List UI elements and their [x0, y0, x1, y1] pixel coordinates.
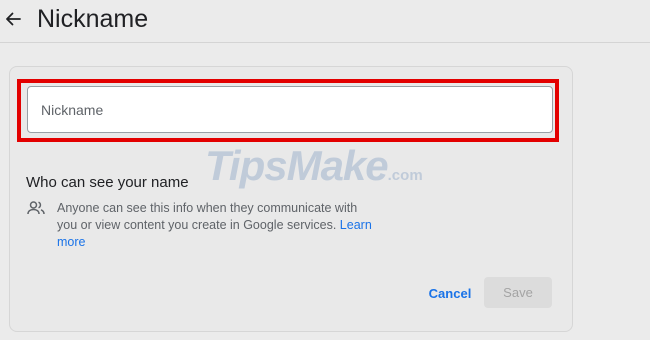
- nickname-input[interactable]: [27, 86, 553, 133]
- cancel-button[interactable]: Cancel: [422, 280, 478, 306]
- visibility-heading: Who can see your name: [26, 174, 189, 191]
- visibility-info-text: Anyone can see this info when they commu…: [57, 201, 358, 232]
- arrow-back-icon: [6, 12, 21, 26]
- people-icon: [27, 201, 45, 215]
- page-title: Nickname: [37, 5, 149, 33]
- save-button[interactable]: Save: [484, 277, 552, 308]
- visibility-info: Anyone can see this info when they commu…: [57, 200, 377, 251]
- app-header: Nickname: [0, 0, 650, 43]
- back-button[interactable]: [2, 8, 24, 30]
